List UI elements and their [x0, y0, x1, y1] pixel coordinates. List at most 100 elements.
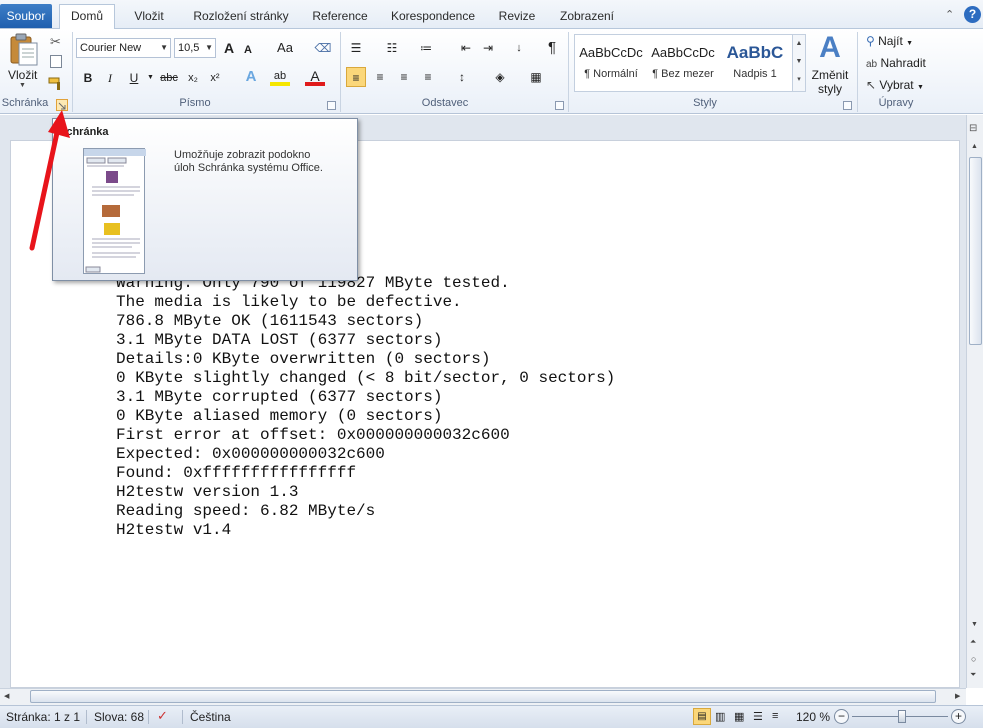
paragraph-launcher-icon[interactable] [555, 101, 564, 110]
numbering-icon[interactable]: ☷ [382, 38, 402, 58]
copy-icon[interactable] [50, 55, 62, 68]
document-line: H2testw version 1.3 [116, 483, 299, 501]
outline-icon[interactable]: ☰ [753, 710, 763, 723]
select-button[interactable]: ↖ Vybrat ▼ [866, 78, 924, 92]
ribbon-tab-bar: Soubor Domů Vložit Rozložení stránky Ref… [0, 0, 983, 29]
paste-dropdown-icon[interactable]: ▼ [19, 82, 26, 89]
style-name: ¶ Normální [584, 68, 638, 80]
zoom-out-button[interactable]: − [834, 709, 849, 724]
group-divider [568, 32, 569, 112]
ruler-toggle-icon[interactable]: ⊟ [969, 123, 977, 134]
zoom-level[interactable]: 120 % [796, 710, 830, 724]
scroll-right-icon[interactable]: ▶ [955, 692, 960, 700]
language[interactable]: Čeština [190, 710, 231, 724]
bullets-icon[interactable]: ☰ [346, 38, 366, 58]
tooltip-description-line: Umožňuje zobrazit podokno [174, 149, 311, 161]
align-left-icon[interactable]: ≡ [346, 67, 366, 87]
style-name: Nadpis 1 [733, 68, 777, 80]
change-styles-icon[interactable]: A [814, 32, 846, 64]
scroll-down-icon[interactable]: ▼ [971, 621, 978, 628]
shrink-font-button[interactable]: A [238, 40, 258, 60]
horizontal-scroll-thumb[interactable] [30, 690, 936, 703]
tab-home[interactable]: Domů [59, 4, 115, 29]
tab-insert[interactable]: Vložit [118, 6, 180, 28]
sort-icon[interactable]: ↓ [509, 38, 529, 58]
tab-mailings[interactable]: Korespondence [384, 6, 482, 28]
line-spacing-icon[interactable]: ↕ [452, 67, 472, 87]
tab-view[interactable]: Zobrazení [552, 6, 622, 28]
font-size-combo[interactable]: 10,5 ▼ [174, 38, 216, 58]
group-divider [72, 32, 73, 112]
word-count[interactable]: Slova: 68 [94, 710, 144, 724]
borders-icon[interactable]: ▦ [526, 67, 546, 87]
status-divider [148, 710, 149, 724]
print-layout-icon[interactable]: ▤ [693, 708, 711, 725]
full-screen-reading-icon[interactable]: ▥ [715, 710, 725, 723]
italic-button[interactable]: I [100, 68, 120, 88]
change-styles-button[interactable]: Změnit styly [810, 68, 850, 96]
document-line: Found: 0xffffffffffffffff [116, 464, 357, 482]
format-painter-icon[interactable] [48, 77, 64, 91]
help-icon[interactable]: ? [964, 6, 981, 23]
underline-dropdown-icon[interactable]: ▼ [147, 74, 154, 81]
browse-object-icon[interactable]: ○ [971, 654, 976, 664]
page-count[interactable]: Stránka: 1 z 1 [6, 710, 80, 724]
styles-launcher-icon[interactable] [843, 101, 852, 110]
next-page-icon[interactable]: ⏷ [970, 670, 976, 680]
zoom-in-button[interactable]: + [951, 709, 966, 724]
tab-file[interactable]: Soubor [0, 4, 52, 28]
clear-formatting-icon[interactable]: ⌫ [313, 38, 333, 58]
decrease-indent-icon[interactable]: ⇤ [456, 38, 476, 58]
horizontal-scrollbar[interactable]: ◀ ▶ [0, 688, 966, 705]
show-formatting-marks-icon[interactable]: ¶ [542, 38, 562, 58]
zoom-slider-thumb[interactable] [898, 710, 906, 723]
strikethrough-button[interactable]: abc [158, 68, 180, 88]
font-name-value: Courier New [80, 42, 142, 54]
vertical-scrollbar[interactable]: ⊟ ▲ ▼ ⏶ ○ ⏷ [966, 115, 983, 688]
find-label: Najít [878, 34, 903, 48]
shading-icon[interactable]: ◈ [490, 67, 510, 87]
chevron-down-icon: ▼ [906, 40, 914, 47]
web-layout-icon[interactable]: ▦ [734, 710, 744, 723]
styles-scroll-icon[interactable]: ▲ ▼ ▾ [792, 35, 805, 91]
scroll-left-icon[interactable]: ◀ [4, 692, 9, 700]
change-case-button[interactable]: Aa [272, 38, 298, 58]
grow-font-button[interactable]: A [219, 38, 239, 58]
paste-label[interactable]: Vložit [8, 68, 37, 82]
paragraph-group-label: Odstavec [421, 97, 469, 109]
superscript-button[interactable]: x² [205, 68, 225, 88]
justify-icon[interactable]: ≡ [418, 67, 438, 87]
multilevel-list-icon[interactable]: ≔ [416, 38, 436, 58]
font-size-value: 10,5 [178, 42, 200, 54]
vertical-scroll-thumb[interactable] [969, 157, 982, 345]
scroll-up-icon[interactable]: ▲ [971, 143, 978, 150]
style-normal[interactable]: AaBbCcDc ¶ Normální [576, 36, 646, 88]
replace-button[interactable]: ab Nahradit [866, 56, 926, 70]
font-color-button[interactable]: A [305, 66, 325, 86]
document-line: 3.1 MByte DATA LOST (6377 sectors) [116, 331, 443, 349]
style-no-spacing[interactable]: AaBbCcDc ¶ Bez mezer [648, 36, 718, 88]
font-launcher-icon[interactable] [327, 101, 336, 110]
tooltip-description: Umožňuje zobrazit podokno úloh Schránka … [174, 149, 323, 175]
font-name-combo[interactable]: Courier New ▼ [76, 38, 171, 58]
proofing-icon[interactable]: ✓ [157, 708, 168, 724]
tab-references[interactable]: Reference [304, 6, 376, 28]
tab-page-layout[interactable]: Rozložení stránky [184, 6, 298, 28]
align-right-icon[interactable]: ≡ [394, 67, 414, 87]
find-button[interactable]: ⚲ Najít ▼ [866, 34, 913, 48]
cut-icon[interactable]: ✂ [50, 34, 61, 50]
previous-page-icon[interactable]: ⏶ [970, 637, 976, 647]
text-effects-icon[interactable]: A [241, 67, 261, 87]
minimize-ribbon-icon[interactable]: ⌃ [945, 8, 954, 21]
underline-button[interactable]: U [124, 68, 144, 88]
style-heading-1[interactable]: AaBbC Nadpis 1 [720, 36, 790, 88]
highlight-button[interactable]: ab [270, 66, 290, 86]
draft-icon[interactable]: ≡ [772, 710, 778, 722]
bold-button[interactable]: B [78, 68, 98, 88]
subscript-button[interactable]: x₂ [183, 68, 203, 88]
tab-review[interactable]: Revize [492, 6, 542, 28]
paste-button[interactable] [6, 33, 40, 67]
align-center-icon[interactable]: ≡ [370, 67, 390, 87]
increase-indent-icon[interactable]: ⇥ [478, 38, 498, 58]
change-styles-label-2: styly [818, 82, 842, 96]
